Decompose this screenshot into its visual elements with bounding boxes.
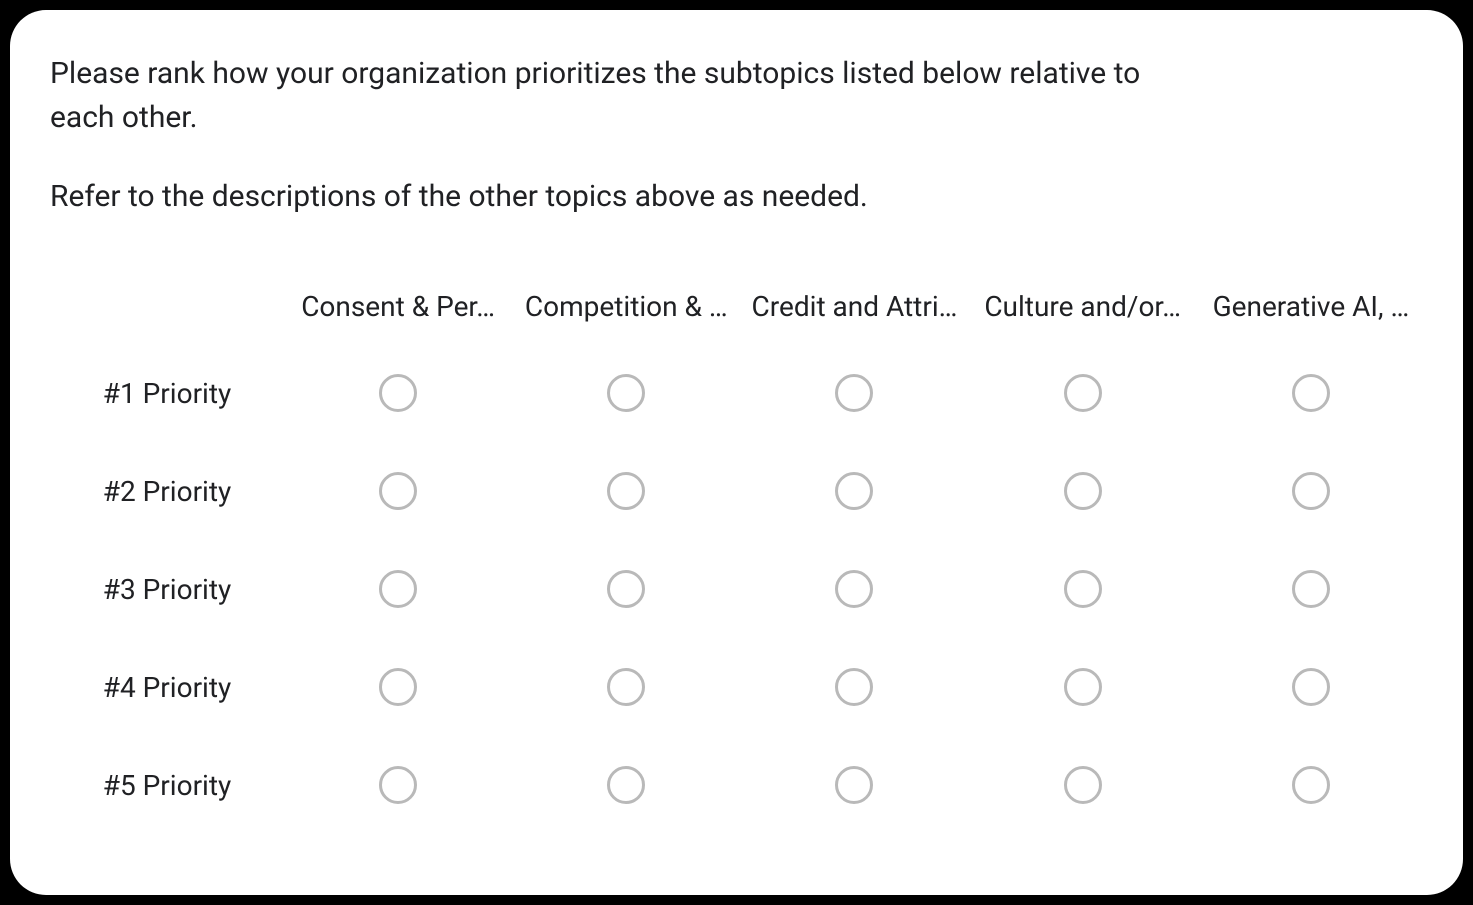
radio-option[interactable] [379,570,417,608]
row-label: #3 Priority [50,540,284,638]
column-header: Competition & … [512,268,740,344]
radio-option[interactable] [1292,472,1330,510]
grid-row: #1 Priority [50,344,1425,442]
grid-row: #3 Priority [50,540,1425,638]
radio-option[interactable] [379,668,417,706]
radio-option[interactable] [607,570,645,608]
grid-header-row: Consent & Per… Competition & … Credit an… [50,268,1425,344]
radio-option[interactable] [1064,374,1102,412]
question-text: Please rank how your organization priori… [50,52,1150,219]
radio-option[interactable] [1292,374,1330,412]
grid-row: #5 Priority [50,736,1425,834]
question-line-1: Please rank how your organization priori… [50,52,1150,139]
column-header: Culture and/or… [969,268,1197,344]
radio-option[interactable] [1292,668,1330,706]
row-label: #1 Priority [50,344,284,442]
row-label: #2 Priority [50,442,284,540]
radio-option[interactable] [1292,570,1330,608]
grid-row: #4 Priority [50,638,1425,736]
row-label: #5 Priority [50,736,284,834]
radio-option[interactable] [379,472,417,510]
radio-option[interactable] [1064,472,1102,510]
column-header: Credit and Attri… [740,268,968,344]
radio-option[interactable] [1064,766,1102,804]
column-header: Generative AI, … [1197,268,1425,344]
radio-option[interactable] [835,374,873,412]
radio-option[interactable] [1064,668,1102,706]
radio-option[interactable] [1064,570,1102,608]
question-card: Please rank how your organization priori… [10,10,1463,895]
radio-option[interactable] [607,668,645,706]
column-header: Consent & Per… [284,268,512,344]
question-line-2: Refer to the descriptions of the other t… [50,175,1150,219]
grid-corner-cell [50,268,284,344]
radio-option[interactable] [607,472,645,510]
radio-option[interactable] [835,472,873,510]
radio-option[interactable] [835,570,873,608]
radio-option[interactable] [835,668,873,706]
row-label: #4 Priority [50,638,284,736]
radio-option[interactable] [379,374,417,412]
grid-row: #2 Priority [50,442,1425,540]
radio-option[interactable] [607,766,645,804]
radio-option[interactable] [379,766,417,804]
radio-option[interactable] [835,766,873,804]
radio-option[interactable] [1292,766,1330,804]
radio-option[interactable] [607,374,645,412]
priority-grid: Consent & Per… Competition & … Credit an… [50,268,1425,834]
